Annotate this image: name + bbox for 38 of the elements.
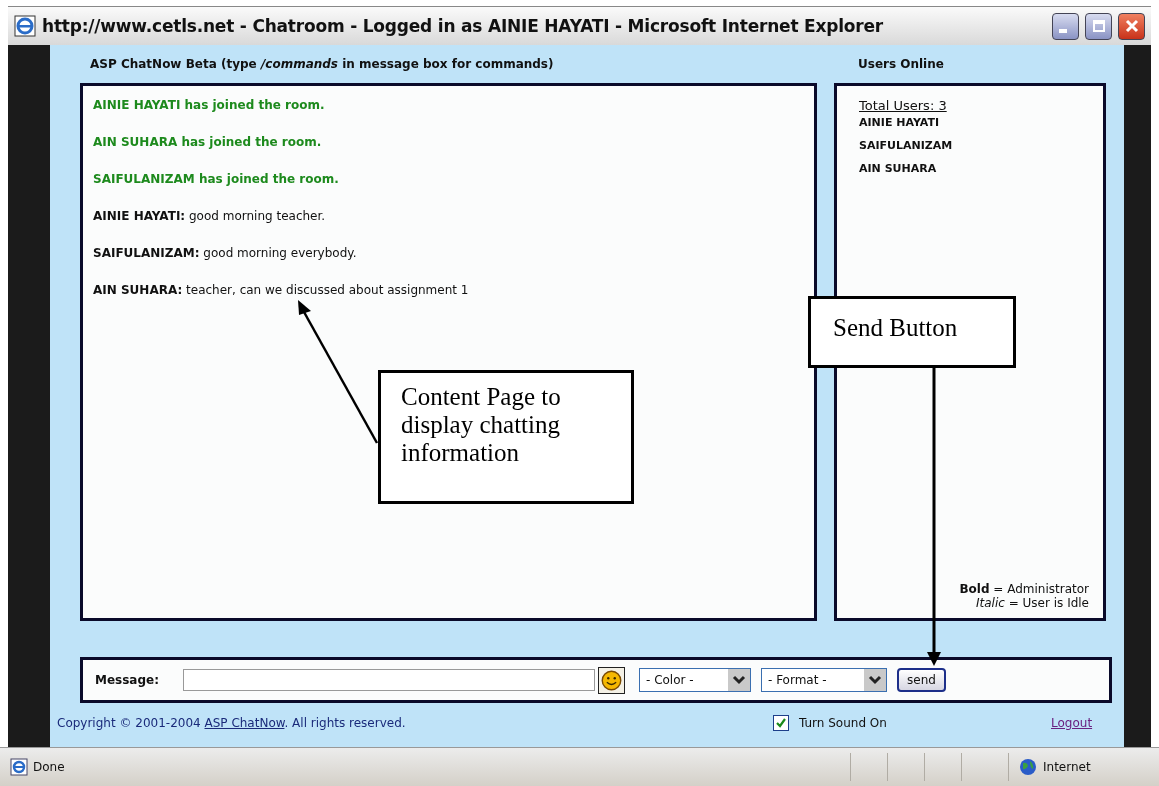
minimize-icon: [1058, 29, 1067, 33]
chat-message: AINIE HAYATI: good morning teacher.: [93, 209, 327, 225]
logout-link[interactable]: Logout: [1051, 716, 1093, 730]
legend-text: Bold = Administrator: [959, 582, 1089, 596]
users-heading: Users Online: [857, 57, 944, 73]
callout-text: Send Button: [808, 296, 1016, 368]
minimize-button[interactable]: [1052, 12, 1079, 40]
message-field[interactable]: [183, 669, 595, 691]
maximize-icon: [1091, 19, 1106, 33]
join-notice: SAIFULANIZAM has joined the room.: [93, 172, 340, 188]
maximize-button[interactable]: [1085, 12, 1112, 40]
dropdown[interactable]: - Format -: [761, 668, 887, 692]
smiley-icon[interactable]: [598, 666, 625, 694]
dropdown[interactable]: - Color -: [639, 668, 751, 692]
close-icon: [1124, 19, 1139, 33]
copyright-text: Copyright © 2001-2004 ASP ChatNow. All rights reserved.: [57, 716, 407, 730]
page-icon: [10, 758, 28, 776]
window-title: http://www.cetls.net - Chatroom - Logged in as AINIE HAYATI - Microsoft Internet Explorer: [42, 16, 885, 36]
join-notice: AIN SUHARA has joined the room.: [93, 135, 323, 151]
chat-heading: ASP ChatNow Beta (type /commands in message box for commands): [89, 57, 555, 73]
chat-message: AIN SUHARA: teacher, can we discussed about assignment 1: [93, 283, 470, 299]
sound-checkbox[interactable]: [773, 715, 789, 731]
user-name: AIN SUHARA: [859, 162, 938, 175]
close-button[interactable]: [1118, 12, 1145, 40]
globe-icon: [1019, 758, 1037, 776]
send-button[interactable]: send: [897, 668, 946, 692]
status-text: Done: [33, 760, 65, 774]
join-notice: AINIE HAYATI has joined the room.: [93, 98, 326, 114]
user-name: SAIFULANIZAM: [859, 139, 954, 152]
sound-label: Turn Sound On: [799, 716, 888, 730]
user-name: AINIE HAYATI: [859, 116, 941, 129]
browser-icon: [14, 15, 36, 37]
zone-text: Internet: [1043, 760, 1091, 774]
chat-message: SAIFULANIZAM: good morning everybody.: [93, 246, 358, 262]
user-count: Total Users: 3: [859, 98, 947, 113]
legend-text: Italic = User is Idle: [976, 596, 1089, 610]
message-label: Message:: [95, 673, 160, 687]
callout-text: Content Page to display chatting information: [378, 370, 634, 504]
